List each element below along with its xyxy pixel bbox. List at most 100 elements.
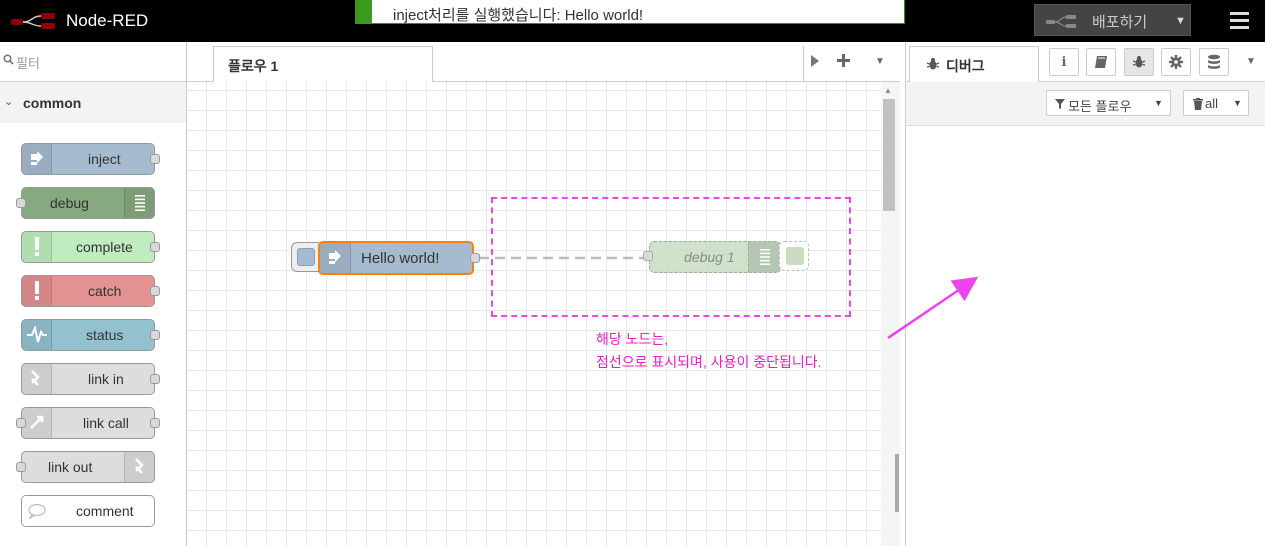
add-tab-icon[interactable] [837, 54, 850, 70]
palette-node-status[interactable]: status [21, 319, 160, 351]
link-in-icon [22, 364, 52, 394]
caret-down-icon[interactable]: ▼ [1246, 56, 1256, 67]
clear-select[interactable]: all ▼ [1183, 90, 1249, 116]
palette-node-inject[interactable]: inject [21, 143, 160, 175]
palette-search[interactable]: 필터 [0, 42, 186, 82]
notification-toast[interactable]: inject처리를 실행했습니다: Hello world! [355, 0, 905, 24]
palette-node-label: complete [76, 239, 133, 255]
debug-button[interactable] [1124, 48, 1154, 76]
exclamation-icon [22, 276, 52, 306]
palette-node-complete[interactable]: complete [21, 231, 160, 263]
bug-icon [1132, 56, 1146, 68]
play-icon[interactable] [810, 54, 820, 71]
resize-handle[interactable] [895, 454, 899, 512]
input-port[interactable] [16, 198, 26, 208]
palette-search-input[interactable]: 필터 [16, 53, 40, 72]
workspace-tabs: 플로우 1 ▼ [187, 42, 900, 83]
link-call-icon [22, 408, 52, 438]
app-title: Node-RED [66, 11, 149, 30]
link-out-icon [124, 452, 154, 482]
search-icon [3, 54, 14, 68]
exclamation-icon [22, 232, 52, 262]
info-icon: i [1061, 54, 1067, 70]
palette-node-label: inject [88, 151, 121, 167]
flow-node-inject[interactable]: Hello world! [318, 241, 480, 275]
help-button[interactable] [1086, 48, 1116, 76]
caret-down-icon[interactable]: ▼ [1175, 15, 1186, 27]
tab-controls: ▼ [803, 46, 900, 82]
flow-filter-label: 모든 플로우 [1068, 99, 1132, 114]
scroll-up-icon[interactable]: ▲ [884, 86, 892, 95]
workspace-vertical-scrollbar[interactable]: ▲ [881, 82, 900, 546]
palette-node-link-out[interactable]: link out [16, 451, 155, 483]
palette-node-label: status [86, 327, 124, 343]
caret-down-icon[interactable]: ▼ [875, 56, 885, 67]
flow-node-label: Hello world! [361, 250, 440, 267]
output-port[interactable] [150, 330, 160, 340]
notification-text: inject처리를 실행했습니다: Hello world! [393, 7, 644, 24]
palette-category-label: common [23, 95, 82, 111]
palette-node-list: inject debug complete catch status link … [0, 123, 186, 546]
output-port[interactable] [150, 418, 160, 428]
debug-messages-panel [906, 127, 1265, 546]
arrow-right-icon [22, 144, 52, 174]
clear-label: all [1205, 96, 1219, 111]
hamburger-icon [1230, 12, 1249, 29]
config-button[interactable] [1161, 48, 1191, 76]
book-icon [1095, 56, 1107, 68]
palette-node-label: link out [48, 459, 93, 475]
list-icon [124, 188, 154, 218]
info-button[interactable]: i [1049, 48, 1079, 76]
highlight-box [491, 197, 851, 317]
output-port[interactable] [150, 242, 160, 252]
tab-label: 플로우 1 [228, 58, 279, 74]
sidebar-tabs: 디버그 i ▼ [906, 42, 1265, 83]
palette-node-link-call[interactable]: link call [16, 407, 160, 439]
caret-down-icon: ▼ [1154, 98, 1163, 108]
bug-icon [926, 57, 940, 74]
chevron-down-icon[interactable]: ⌄ [4, 95, 13, 108]
main-menu-button[interactable] [1220, 6, 1258, 36]
palette-node-label: comment [76, 503, 134, 519]
caret-down-icon: ▼ [1233, 98, 1242, 108]
annotation-text: 해당 노드는, [596, 331, 669, 347]
sidebar: 디버그 i ▼ 모든 플로우 ▼ all ▼ [905, 42, 1265, 546]
output-port[interactable] [150, 374, 160, 384]
deploy-icon [1046, 15, 1076, 28]
palette-node-label: link in [88, 371, 124, 387]
input-port[interactable] [16, 418, 26, 428]
flow-filter-select[interactable]: 모든 플로우 ▼ [1046, 90, 1171, 116]
context-button[interactable] [1199, 48, 1229, 76]
palette-category-header[interactable]: ⌄ common [0, 83, 186, 123]
database-icon [1208, 54, 1220, 69]
logo: Node-RED [10, 9, 148, 33]
tab-debug[interactable]: 디버그 [909, 46, 1039, 83]
palette-node-label: catch [88, 283, 122, 299]
annotation-text: 점선으로 표시되며, 사용이 중단됩니다. [596, 354, 822, 370]
output-port[interactable] [470, 253, 480, 263]
input-port[interactable] [16, 462, 26, 472]
palette-node-debug[interactable]: debug [16, 187, 155, 219]
tab-label: 디버그 [946, 58, 985, 74]
palette-node-catch[interactable]: catch [21, 275, 160, 307]
scrollbar-thumb[interactable] [883, 99, 895, 211]
header: Node-RED inject처리를 실행했습니다: Hello world! … [0, 0, 1265, 42]
arrow-right-icon [320, 243, 351, 273]
comment-icon [22, 496, 52, 526]
node-red-logo-icon [11, 13, 55, 29]
trash-icon [1193, 98, 1203, 110]
tab-flow-1[interactable]: 플로우 1 [213, 46, 433, 83]
palette-node-comment[interactable]: comment [21, 495, 155, 527]
output-port[interactable] [150, 286, 160, 296]
debug-toolbar: 모든 플로우 ▼ all ▼ [906, 82, 1265, 126]
filter-icon [1055, 99, 1065, 109]
workspace-canvas[interactable]: Hello world! debug 1 해당 노드는, 점선으로 표시되며, … [187, 82, 881, 546]
gear-icon [1169, 55, 1183, 69]
deploy-button[interactable]: 배포하기 ▼ [1034, 4, 1191, 36]
output-port[interactable] [150, 154, 160, 164]
palette: 필터 ⌄ common inject debug complete catch … [0, 42, 187, 546]
notification-accent [356, 0, 372, 24]
palette-node-link-in[interactable]: link in [21, 363, 160, 395]
palette-node-label: debug [50, 195, 89, 211]
palette-node-label: link call [83, 415, 129, 431]
